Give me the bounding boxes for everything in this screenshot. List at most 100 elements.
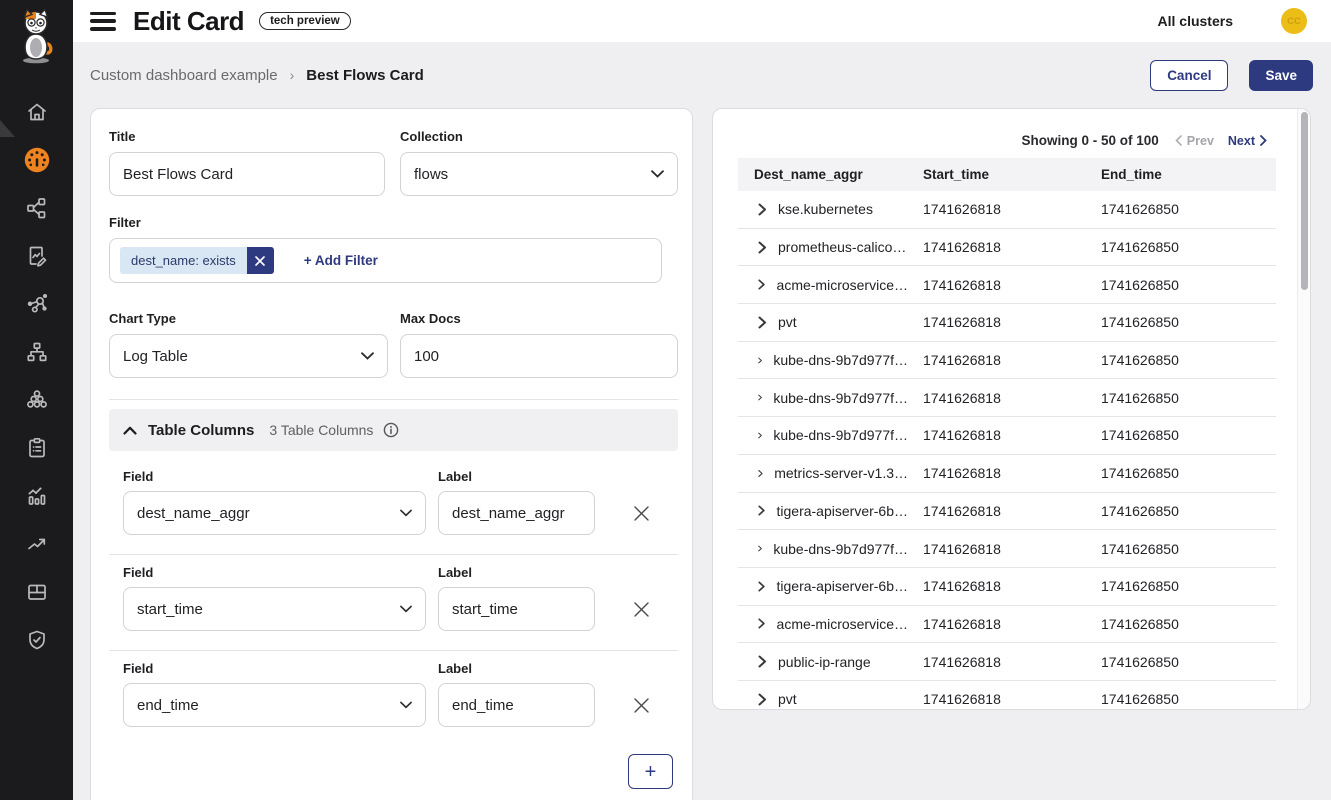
end-time-cell: 1741626850 [1086, 616, 1276, 632]
column-label-input[interactable] [438, 491, 595, 535]
remove-column-button[interactable] [631, 695, 651, 715]
add-column-button[interactable]: + [628, 754, 673, 789]
table-row[interactable]: public-ip-range 1741626818 1741626850 [738, 643, 1276, 681]
divider [109, 650, 678, 651]
edit-card-form: Title Collection flows Filter dest_name:… [90, 108, 693, 800]
start-time-cell: 1741626818 [908, 616, 1086, 632]
close-icon [633, 601, 650, 618]
dest-name-cell: tigera-apiserver-6b… [777, 503, 909, 519]
table-row[interactable]: kse.kubernetes 1741626818 1741626850 [738, 191, 1276, 229]
table-row[interactable]: kube-dns-9b7d977f… 1741626818 1741626850 [738, 530, 1276, 568]
row-expand-icon[interactable] [758, 542, 762, 555]
breadcrumb-parent[interactable]: Custom dashboard example [90, 67, 278, 84]
row-expand-icon[interactable] [758, 203, 767, 216]
table-row[interactable]: pvt 1741626818 1741626850 [738, 304, 1276, 342]
next-button[interactable]: Next [1228, 134, 1267, 148]
sitemap-icon[interactable] [0, 328, 73, 376]
chart-icon[interactable] [0, 472, 73, 520]
table-columns-title: Table Columns [148, 422, 254, 439]
dest-name-cell: kube-dns-9b7d977f… [773, 390, 908, 406]
remove-column-button[interactable] [631, 599, 651, 619]
column-field-select[interactable]: end_time [123, 683, 426, 727]
table-row[interactable]: tigera-apiserver-6b… 1741626818 17416268… [738, 493, 1276, 531]
avatar[interactable]: CC [1281, 8, 1307, 34]
page-title: Edit Card [133, 6, 244, 37]
filter-chip: dest_name: exists [120, 247, 274, 274]
topology-icon[interactable] [0, 184, 73, 232]
table-row[interactable]: tigera-apiserver-6b… 1741626818 17416268… [738, 568, 1276, 606]
top-bar: Edit Card tech preview All clusters CC [73, 0, 1331, 42]
dashboard-icon[interactable] [0, 136, 73, 184]
report-icon[interactable] [0, 232, 73, 280]
table-row[interactable]: kube-dns-9b7d977f… 1741626818 1741626850 [738, 417, 1276, 455]
filter-label: Filter [109, 215, 141, 230]
table-row[interactable]: acme-microservice… 1741626818 1741626850 [738, 606, 1276, 644]
column-field-select[interactable]: start_time [123, 587, 426, 631]
column-field-select[interactable]: dest_name_aggr [123, 491, 426, 535]
row-expand-icon[interactable] [758, 655, 767, 668]
remove-filter-button[interactable] [247, 247, 274, 274]
table-columns-header[interactable]: Table Columns 3 Table Columns [109, 409, 678, 451]
label-label: Label [438, 661, 472, 676]
row-expand-icon[interactable] [758, 693, 767, 706]
start-time-cell: 1741626818 [908, 201, 1086, 217]
scrollbar-track[interactable] [1297, 109, 1310, 709]
save-button[interactable]: Save [1249, 60, 1313, 91]
row-expand-icon[interactable] [758, 354, 762, 367]
remove-column-button[interactable] [631, 503, 651, 523]
archive-box-icon[interactable] [0, 568, 73, 616]
table-row[interactable]: prometheus-calico… 1741626818 1741626850 [738, 229, 1276, 267]
column-field-value: start_time [137, 601, 203, 618]
end-time-cell: 1741626850 [1086, 314, 1276, 330]
row-expand-icon[interactable] [758, 278, 766, 291]
row-expand-icon[interactable] [758, 504, 766, 517]
tech-preview-badge: tech preview [259, 12, 351, 30]
end-time-cell: 1741626850 [1086, 277, 1276, 293]
home-icon[interactable] [0, 88, 73, 136]
table-row[interactable]: kube-dns-9b7d977f… 1741626818 1741626850 [738, 379, 1276, 417]
cluster-icon[interactable] [0, 376, 73, 424]
end-time-cell: 1741626850 [1086, 239, 1276, 255]
cluster-selector[interactable]: All clusters [1158, 13, 1233, 29]
start-time-cell: 1741626818 [908, 352, 1086, 368]
collection-select[interactable]: flows [400, 152, 678, 196]
end-time-cell: 1741626850 [1086, 465, 1276, 481]
table-row[interactable]: acme-microservice… 1741626818 1741626850 [738, 266, 1276, 304]
shield-check-icon[interactable] [0, 616, 73, 664]
table-row[interactable]: metrics-server-v1.3… 1741626818 17416268… [738, 455, 1276, 493]
table-row[interactable]: kube-dns-9b7d977f… 1741626818 1741626850 [738, 342, 1276, 380]
cancel-button[interactable]: Cancel [1150, 60, 1228, 91]
row-expand-icon[interactable] [758, 316, 767, 329]
trend-icon[interactable] [0, 520, 73, 568]
start-time-cell: 1741626818 [908, 691, 1086, 707]
column-label-input[interactable] [438, 683, 595, 727]
field-label: Field [123, 661, 153, 676]
column-field-value: end_time [137, 697, 199, 714]
row-expand-icon[interactable] [758, 391, 762, 404]
filter-box[interactable]: dest_name: exists + Add Filter [109, 238, 662, 283]
chevron-right-icon [1260, 135, 1267, 146]
menu-icon[interactable] [90, 12, 116, 31]
table-row[interactable]: pvt 1741626818 1741626850 [738, 681, 1276, 710]
prev-button[interactable]: Prev [1175, 134, 1214, 148]
collection-label: Collection [400, 129, 463, 144]
row-expand-icon[interactable] [758, 580, 766, 593]
title-input[interactable] [109, 152, 385, 196]
graph-icon[interactable] [0, 280, 73, 328]
column-label-input[interactable] [438, 587, 595, 631]
row-expand-icon[interactable] [758, 429, 762, 442]
info-icon[interactable] [383, 422, 399, 438]
field-label: Field [123, 469, 153, 484]
close-icon [633, 697, 650, 714]
end-time-cell: 1741626850 [1086, 352, 1276, 368]
chart-type-select[interactable]: Log Table [109, 334, 388, 378]
row-expand-icon[interactable] [758, 617, 766, 630]
clipboard-icon[interactable] [0, 424, 73, 472]
max-docs-input[interactable] [400, 334, 678, 378]
row-expand-icon[interactable] [758, 467, 763, 480]
scrollbar-thumb[interactable] [1301, 112, 1308, 290]
row-expand-icon[interactable] [758, 241, 767, 254]
add-filter-button[interactable]: + Add Filter [304, 253, 378, 268]
calico-cat-logo[interactable] [16, 8, 56, 69]
showing-text: Showing 0 - 50 of 100 [1022, 133, 1159, 148]
